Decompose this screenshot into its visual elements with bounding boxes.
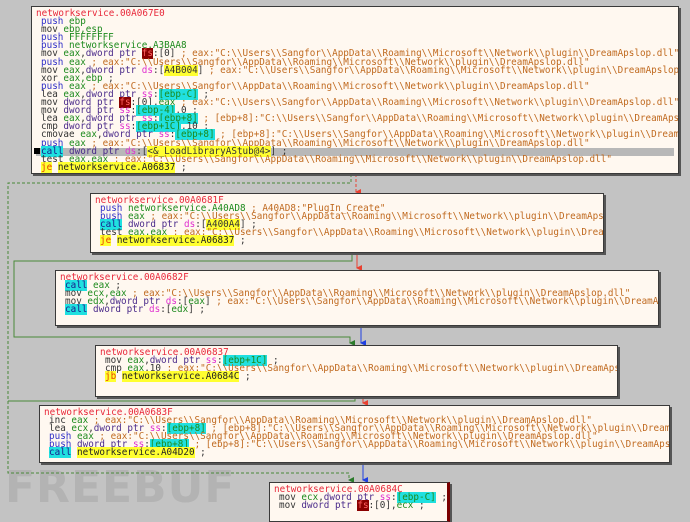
basic-block-00A0681F[interactable]: networkservice.00A0681F push networkservi…: [90, 193, 604, 253]
asm-token: :[: [152, 64, 165, 76]
instruction-line[interactable]: mov ebp,esp: [36, 25, 674, 34]
block-address-label[interactable]: networkservice.00A067E0: [36, 9, 674, 18]
instruction-line[interactable]: call dword ptr ds:[edx] ;: [60, 304, 654, 316]
asm-token: ecx: [396, 500, 414, 512]
asm-token: fs: [357, 500, 369, 512]
asm-token: ;: [435, 492, 447, 504]
asm-token: ; [ebp+8]:"C:\\Users\\Sangfor\\AppData\\…: [188, 439, 670, 451]
asm-token: ;: [413, 500, 425, 512]
asm-token: ;: [175, 161, 187, 173]
current-ip-marker-icon: [34, 147, 40, 154]
basic-block-00A0682F[interactable]: networkservice.00A0682F call eax ; mov ecx…: [55, 270, 659, 326]
asm-token: mov: [279, 500, 302, 512]
asm-token: dword ptr: [301, 500, 358, 512]
asm-token: ; [ebp+8]:"C:\\Users\\Sangfor\\AppData\\…: [197, 113, 679, 125]
asm-token: :[0],: [368, 500, 397, 512]
instruction-line[interactable]: jb networkservice.A0684C ;: [100, 371, 613, 383]
asm-token: networkservice.A06837: [57, 161, 176, 173]
asm-token: [111, 235, 117, 246]
instruction-line[interactable]: mov dword ptr fs:[0],ecx ;: [274, 500, 443, 512]
asm-token: [52, 162, 58, 173]
asm-token: call: [65, 304, 88, 316]
asm-token: ;: [239, 371, 251, 383]
asm-token: networkservice.A0684C: [121, 371, 240, 383]
asm-token: ; eax:"C:\\Users\\Sangfor\\AppData\\Roam…: [113, 153, 612, 165]
asm-token: :[: [160, 304, 172, 316]
asm-token: edx: [171, 304, 189, 316]
instruction-line[interactable]: mov eax,dword ptr ds:[A4B004] ; eax:"C:\…: [36, 64, 678, 76]
asm-token: ; eax:"C:\\Users\\Sangfor\\AppData\\Roam…: [216, 296, 659, 308]
basic-block-00A06837[interactable]: networkservice.00A06837 mov eax,dword ptr…: [95, 345, 618, 397]
asm-token: ]: [204, 296, 217, 308]
instruction-line[interactable]: je networkservice.A06837 ;: [95, 235, 599, 247]
asm-token: je: [41, 161, 53, 173]
basic-block-00A0683F[interactable]: networkservice.00A0683F inc eax ; eax:"C:…: [39, 405, 670, 463]
asm-token: je: [100, 235, 112, 247]
asm-token: ; eax:"C:\\Users\\Sangfor\\AppData\\Roam…: [208, 64, 679, 76]
asm-token: ]: [197, 64, 209, 76]
asm-token: ;: [194, 447, 206, 459]
asm-token: ds: [141, 64, 153, 76]
asm-token: ;: [234, 235, 246, 247]
asm-token: dword ptr: [93, 304, 149, 316]
asm-token: ; eax:"C:\\Users\\Sangfor\\AppData\\Roam…: [180, 97, 679, 109]
asm-token: call: [49, 447, 72, 459]
edge-b4-true: [8, 397, 356, 402]
asm-token: networkservice.A06837: [116, 235, 235, 247]
instruction-line[interactable]: call networkservice.A04D20 ;: [44, 447, 665, 459]
asm-token: [116, 371, 122, 382]
basic-block-00A067E0[interactable]: networkservice.00A067E0 push ebp mov ebp,e…: [31, 6, 679, 174]
asm-token: jb: [105, 371, 117, 383]
asm-token: A4B004: [164, 64, 198, 76]
asm-token: networkservice.A04D20: [77, 447, 195, 459]
instruction-line[interactable]: je networkservice.A06837 ;: [36, 161, 674, 173]
instruction-line[interactable]: push ebp: [36, 17, 674, 26]
basic-block-00A0684C[interactable]: networkservice.00A0684C mov ecx,dword ptr…: [269, 482, 450, 522]
asm-token: ds: [148, 304, 161, 316]
block-address-label[interactable]: networkservice.00A0682F: [60, 273, 654, 282]
asm-token: ] ;: [188, 304, 205, 316]
